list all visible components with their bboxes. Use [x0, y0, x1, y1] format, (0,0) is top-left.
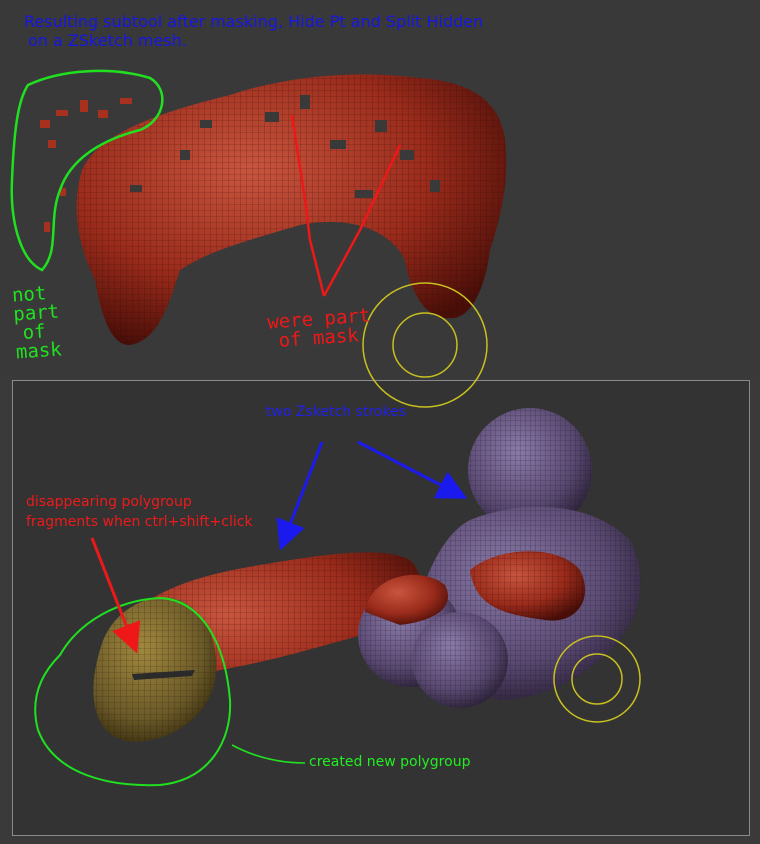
top-caption-line2: on a ZSketch mesh.: [28, 31, 187, 51]
brush-cursor-inner-top: [392, 312, 458, 378]
label-red-line: disappearing polygroup: [26, 494, 192, 510]
label-two-zsketch-strokes: two Zsketch strokes: [266, 404, 406, 420]
artwork-layer: [10, 69, 641, 787]
note-not-part-of-mask: not part of mask: [11, 282, 63, 364]
image-canvas: Resulting subtool after masking, Hide Pt…: [0, 0, 760, 844]
top-caption-line1: Resulting subtool after masking, Hide Pt…: [24, 12, 484, 31]
top-mesh: [40, 74, 507, 346]
note-were-part-of-mask: were part of mask: [267, 304, 372, 351]
note-green-line: mask: [15, 338, 63, 364]
top-caption: Resulting subtool after masking, Hide Pt…: [24, 12, 483, 50]
label-red-line: fragments when ctrl+shift+click: [26, 514, 253, 530]
label-created-new-polygroup: created new polygroup: [309, 754, 471, 770]
bottom-mesh: [93, 408, 641, 742]
label-disappearing-fragments: disappearing polygroup fragments when ct…: [26, 492, 253, 532]
